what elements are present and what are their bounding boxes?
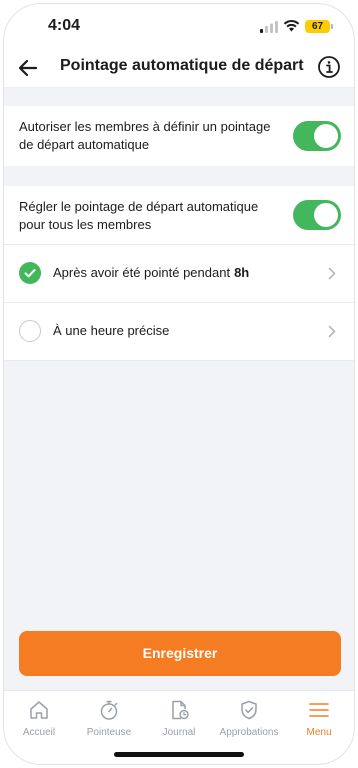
option-after-duration-label: Après avoir été pointé pendant 8h: [53, 265, 249, 280]
tab-label: Menu: [306, 727, 332, 738]
page-header: Pointage automatique de départ: [4, 48, 354, 88]
tab-label: Accueil: [22, 727, 56, 738]
tab-menu[interactable]: Menu: [284, 699, 354, 738]
page-title: Pointage automatique de départ: [60, 57, 304, 74]
tab-journal[interactable]: Journal: [144, 699, 214, 738]
tab-accueil[interactable]: Accueil: [4, 699, 74, 738]
chevron-right-icon: [328, 267, 336, 280]
setting-all-members-text: Régler le pointage de départ automatique…: [19, 198, 258, 234]
radio-unselected[interactable]: [19, 320, 41, 342]
tab-label: Pointeuse: [86, 727, 132, 738]
option-specific-time-label: À une heure précise: [53, 323, 170, 338]
setting-all-members-line1: Régler le pointage de départ automatique: [19, 199, 259, 214]
stopwatch-icon: [100, 700, 118, 720]
timesheet-icon: [172, 700, 189, 720]
option-specific-time[interactable]: À une heure précise: [4, 303, 354, 360]
cellular-signal-icon: [260, 21, 278, 33]
option-label-text: Après avoir été pointé pendant: [53, 265, 231, 280]
home-indicator: [114, 752, 244, 757]
tab-pointeuse[interactable]: Pointeuse: [74, 699, 144, 738]
setting-allow-members-line2: de départ automatique: [19, 137, 150, 152]
phone-screen: 4:04 67 Pointage automatique de départ A…: [3, 3, 355, 765]
toggle-knob: [314, 124, 338, 148]
info-icon[interactable]: [317, 55, 341, 79]
setting-all-members: Régler le pointage de départ automatique…: [4, 186, 354, 244]
status-bar: 4:04 67: [4, 4, 354, 48]
checkmark-icon: [24, 269, 36, 278]
tab-label: Approbations: [219, 727, 279, 738]
chevron-right-icon: [328, 325, 336, 338]
menu-icon: [309, 703, 329, 717]
toggle-knob: [314, 203, 338, 227]
setting-allow-members-text: Autoriser les membres à définir un point…: [19, 118, 270, 154]
save-button[interactable]: Enregistrer: [19, 631, 341, 676]
divider: [4, 360, 354, 361]
status-time: 4:04: [48, 17, 81, 34]
radio-selected[interactable]: [19, 262, 41, 284]
home-icon: [30, 701, 48, 719]
option-after-duration[interactable]: Après avoir été pointé pendant 8h: [4, 245, 354, 302]
allow-members-toggle[interactable]: [293, 121, 341, 151]
tab-label: Journal: [162, 727, 196, 738]
shield-check-icon: [241, 700, 257, 720]
tab-approbations[interactable]: Approbations: [214, 699, 284, 738]
setting-allow-members: Autoriser les membres à définir un point…: [4, 106, 354, 166]
all-members-toggle[interactable]: [293, 200, 341, 230]
option-duration-value: 8h: [234, 265, 250, 280]
setting-allow-members-line1: Autoriser les membres à définir un point…: [19, 119, 271, 134]
battery-level: 67: [311, 21, 324, 32]
setting-all-members-line2: pour tous les membres: [19, 217, 152, 232]
battery-indicator: 67: [305, 20, 330, 33]
wifi-icon: [283, 19, 300, 32]
back-arrow-icon[interactable]: [16, 56, 40, 80]
battery-tip: [331, 24, 333, 29]
